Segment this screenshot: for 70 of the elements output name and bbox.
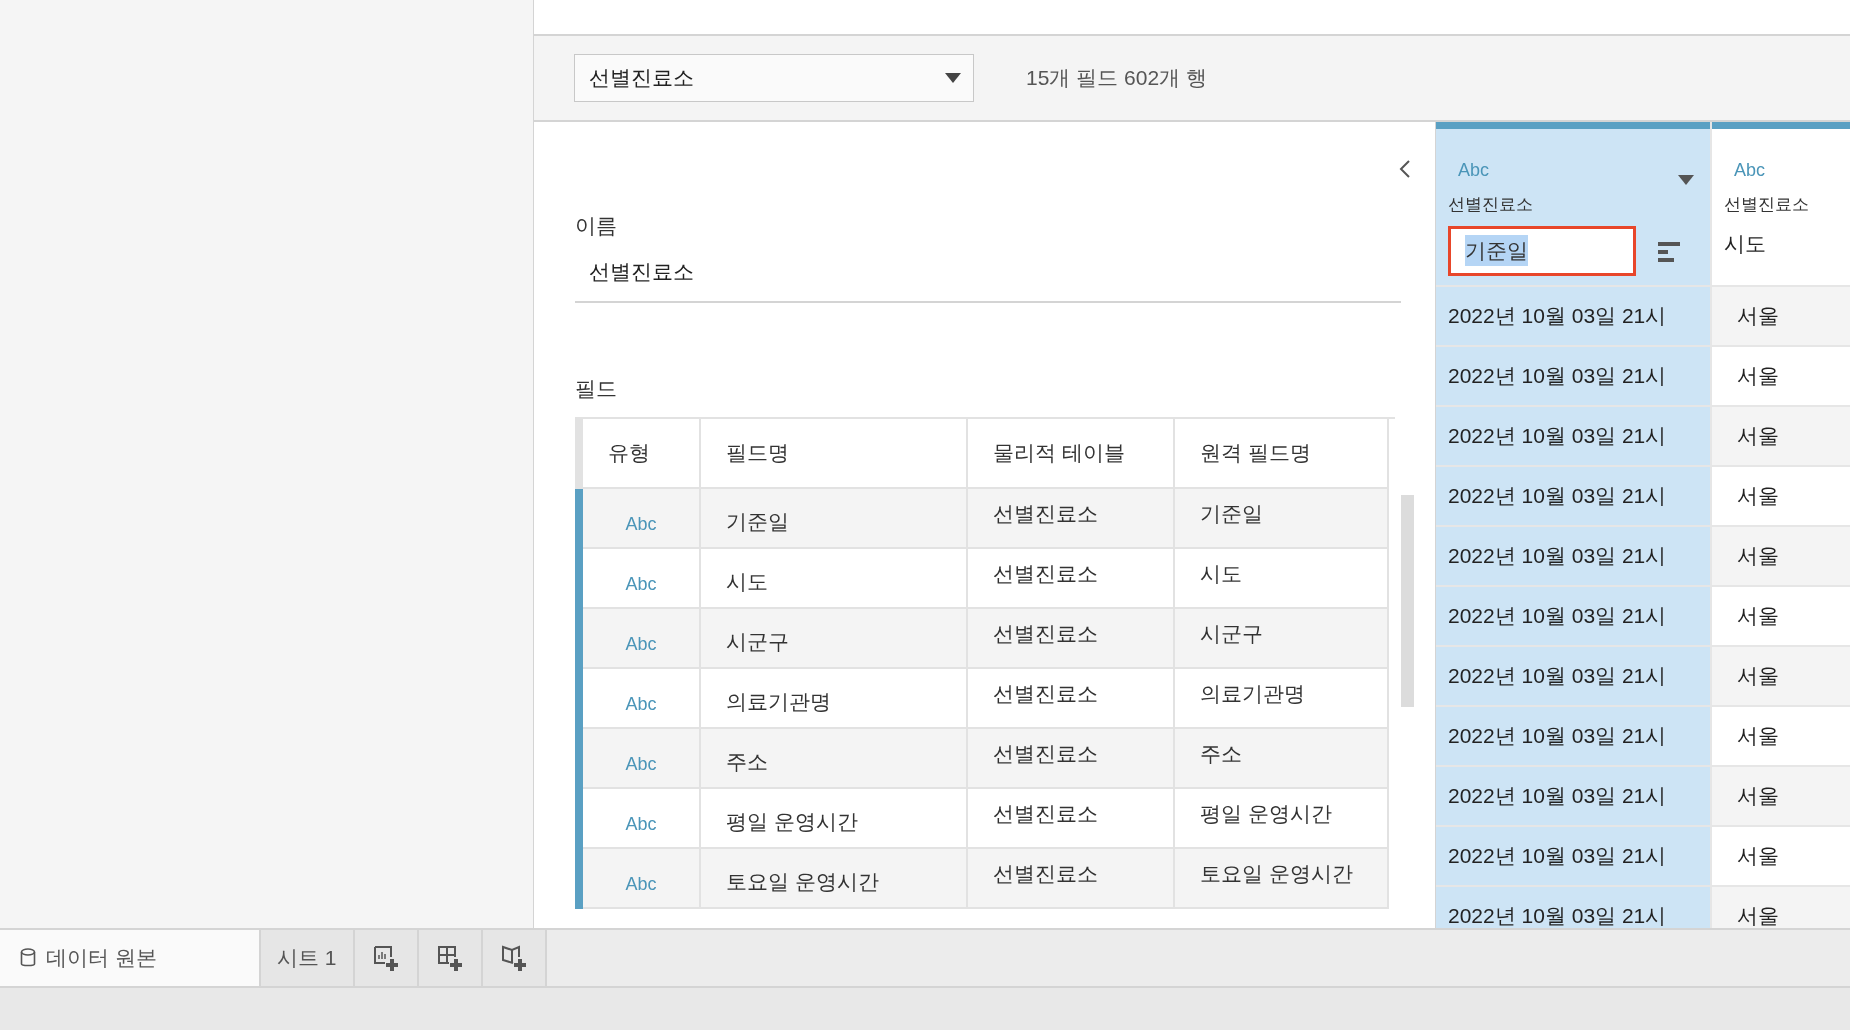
table-cell: 서울	[1712, 767, 1850, 825]
type-label: Abc	[583, 728, 701, 789]
type-label: Abc	[583, 488, 701, 549]
table-cell: 선별진료소	[968, 848, 1175, 909]
database-icon	[20, 948, 36, 968]
table-cell: 주소	[701, 728, 968, 789]
table-cell: 2022년 10월 03일 21시	[1436, 467, 1710, 525]
caret-icon	[945, 73, 961, 83]
data-source-dropdown[interactable]: 선별진료소	[574, 54, 974, 102]
table-cell: 서울	[1712, 707, 1850, 765]
table-cell: 2022년 10월 03일 21시	[1436, 887, 1710, 928]
new-story-button[interactable]	[482, 930, 547, 986]
scrollbar-thumb[interactable]	[1401, 494, 1414, 707]
table-cell: 2022년 10월 03일 21시	[1436, 827, 1710, 885]
fields-label: 필드	[575, 376, 617, 402]
table-cell: 시군구	[1175, 608, 1389, 669]
new-sheet-button[interactable]	[354, 930, 419, 986]
table-cell: 서울	[1712, 467, 1850, 525]
table-cell: 시군구	[701, 608, 968, 669]
table-cell: 2022년 10월 03일 21시	[1436, 587, 1710, 645]
sort-button[interactable]	[1658, 239, 1680, 263]
table-cell: 2022년 10월 03일 21시	[1436, 707, 1710, 765]
type-label: Abc	[583, 608, 701, 669]
table-cell: 토요일 운영시간	[701, 848, 968, 909]
new-dashboard-button[interactable]	[418, 930, 483, 986]
new-story-icon	[499, 944, 528, 972]
column-header[interactable]: 원격 필드명	[1175, 418, 1389, 489]
sort-icon	[1658, 241, 1680, 262]
table-name: 선별진료소	[1448, 194, 1534, 216]
type-label: Abc	[1734, 159, 1766, 182]
table-cell: 토요일 운영시간	[1175, 848, 1389, 909]
table-cell: 기준일	[1175, 488, 1389, 549]
column-header[interactable]: 물리적 테이블	[968, 418, 1175, 489]
new-sheet-icon	[371, 944, 400, 972]
name-field[interactable]: 선별진료소	[575, 241, 1401, 303]
table-cell: 선별진료소	[968, 608, 1175, 669]
name-label: 이름	[575, 213, 617, 239]
column-header[interactable]: 필드명	[701, 418, 968, 489]
caret-icon	[1678, 174, 1694, 185]
table-cell: 서울	[1712, 407, 1850, 465]
table-cell: 서울	[1712, 887, 1850, 928]
table-cell: 2022년 10월 03일 21시	[1436, 287, 1710, 345]
table-cell: 서울	[1712, 527, 1850, 585]
field-name: 시도	[1724, 230, 1767, 257]
table-cell: 서울	[1712, 287, 1850, 345]
column-header[interactable]: Abc 선별진료소 시도	[1712, 122, 1850, 285]
table-cell: 2022년 10월 03일 21시	[1436, 767, 1710, 825]
table-cell: 주소	[1175, 728, 1389, 789]
table-cell: 2022년 10월 03일 21시	[1436, 407, 1710, 465]
table-cell: 선별진료소	[968, 728, 1175, 789]
new-dashboard-icon	[435, 944, 464, 972]
table-cell: 기준일	[701, 488, 968, 549]
chevron-left-icon	[1399, 158, 1411, 179]
table-cell: 선별진료소	[968, 488, 1175, 549]
sheet-tab[interactable]: 시트 1	[261, 930, 355, 986]
table-cell: 서울	[1712, 647, 1850, 705]
type-label: Abc	[1458, 159, 1490, 182]
table-cell: 2022년 10월 03일 21시	[1436, 527, 1710, 585]
data-source-tab[interactable]: 데이터 원본	[0, 930, 261, 986]
table-cell: 서울	[1712, 587, 1850, 645]
field-row-count: 15개 필드 602개 행	[1026, 65, 1207, 92]
table-name: 선별진료소	[1724, 194, 1810, 216]
type-label: Abc	[583, 848, 701, 909]
table-cell: 2022년 10월 03일 21시	[1436, 347, 1710, 405]
table-cell: 서울	[1712, 827, 1850, 885]
rename-field[interactable]: 기준일	[1448, 225, 1636, 276]
table-cell: 서울	[1712, 347, 1850, 405]
table-cell: 2022년 10월 03일 21시	[1436, 647, 1710, 705]
column-header[interactable]: 유형	[583, 418, 701, 489]
column-header[interactable]: Abc 선별진료소 기준일	[1436, 122, 1710, 285]
